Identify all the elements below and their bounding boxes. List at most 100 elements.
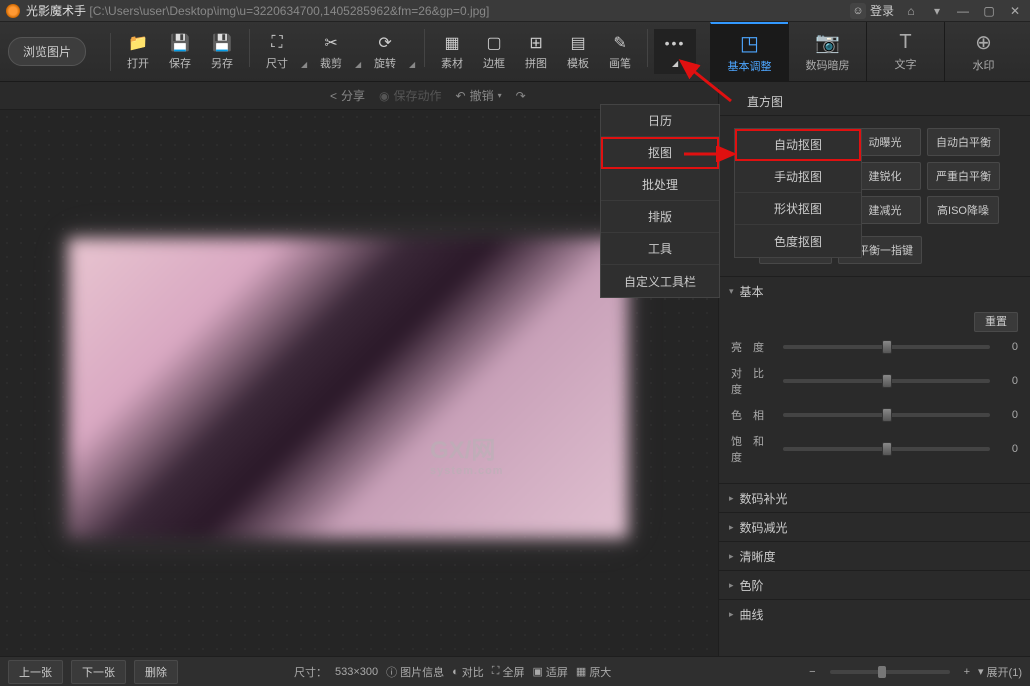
main-tab-数码暗房[interactable]: 📷数码暗房 (788, 22, 866, 82)
chevron-down-icon: ▾ (978, 665, 984, 678)
undo-button[interactable]: ↶撤销▾ (456, 87, 502, 104)
compare-button[interactable]: ◐对比 (452, 664, 484, 680)
section-数码补光[interactable]: ▸数码补光 (719, 484, 1030, 512)
home-icon[interactable]: ⌂ (902, 3, 920, 19)
tool-icon: 💾 (212, 33, 232, 53)
tool-icon: ⛶ (267, 33, 287, 53)
next-image-button[interactable]: 下一张 (71, 660, 126, 684)
tool-保存[interactable]: 💾保存 (159, 29, 201, 75)
info-icon: ⓘ (386, 664, 397, 680)
slider-track[interactable] (783, 345, 990, 349)
save-action-button[interactable]: ◉保存动作 (379, 87, 442, 104)
slider-label: 饱 和 度 (731, 433, 775, 465)
tab-histogram[interactable]: 直方图 (735, 88, 795, 115)
compare-icon: ◐ (452, 666, 459, 678)
main-tab-基本调整[interactable]: ◳基本调整 (710, 22, 788, 82)
tool-icon: ✂ (321, 33, 341, 53)
tool-icon: ▢ (484, 33, 504, 53)
browse-images-button[interactable]: 浏览图片 (8, 37, 86, 66)
slider-track[interactable] (783, 379, 990, 383)
zoom-thumb[interactable] (878, 666, 886, 678)
redo-button[interactable]: ↷ (516, 89, 526, 103)
image-canvas[interactable] (68, 238, 628, 538)
tool-另存[interactable]: 💾另存 (201, 29, 243, 75)
zoom-slider[interactable] (830, 670, 950, 674)
menu-item-自定义工具栏[interactable]: 自定义工具栏 (601, 265, 719, 297)
zoom-out-button[interactable]: − (809, 666, 815, 678)
main-tab-文字[interactable]: T文字 (866, 22, 944, 82)
tool-模板[interactable]: ▤模板 (557, 29, 599, 75)
tool-画笔[interactable]: ✎画笔 (599, 29, 641, 75)
login-button[interactable]: ☺ 登录 (850, 2, 894, 19)
fit-button[interactable]: ▣适屏 (533, 664, 568, 680)
original-size-button[interactable]: ▦原大 (576, 664, 611, 680)
delete-button[interactable]: 删除 (134, 660, 178, 684)
slider-thumb[interactable] (882, 340, 892, 354)
submenu-item-自动抠图[interactable]: 自动抠图 (735, 129, 861, 161)
record-icon: ◉ (379, 89, 389, 103)
submenu-item-手动抠图[interactable]: 手动抠图 (735, 161, 861, 193)
status-bar: 上一张 下一张 删除 尺寸： 533×300 ⓘ图片信息 ◐对比 ⛶全屏 ▣适屏… (0, 656, 1030, 686)
fullscreen-button[interactable]: ⛶全屏 (492, 664, 525, 680)
more-icon: ••• (665, 35, 686, 51)
menu-item-抠图[interactable]: 抠图 (601, 137, 719, 169)
chevron-right-icon: ▸ (729, 580, 734, 591)
image-info-button[interactable]: ⓘ图片信息 (386, 664, 444, 680)
quick-自动白平衡[interactable]: 自动白平衡 (927, 128, 1000, 156)
chevron-down-icon: ▾ (498, 91, 502, 100)
dropdown-arrow[interactable]: ◢ (406, 29, 418, 75)
expand-button[interactable]: ▾展开(1) (978, 664, 1022, 680)
tool-边框[interactable]: ▢边框 (473, 29, 515, 75)
slider-thumb[interactable] (882, 442, 892, 456)
menu-item-排版[interactable]: 排版 (601, 201, 719, 233)
quick-高ISO降噪[interactable]: 高ISO降噪 (927, 196, 999, 224)
more-tools-button[interactable]: ••• ◢ (654, 29, 696, 74)
section-basic-header[interactable]: ▾基本 (719, 277, 1030, 305)
main-tab-水印[interactable]: ⊕水印 (944, 22, 1022, 82)
settings-icon[interactable]: ▾ (928, 3, 946, 19)
chevron-right-icon: ▸ (729, 493, 734, 504)
watermark-overlay: GX/网 system.com (430, 430, 504, 477)
slider-track[interactable] (783, 413, 990, 417)
slider-thumb[interactable] (882, 408, 892, 422)
tool-icon: ▤ (568, 33, 588, 53)
quick-严重白平衡[interactable]: 严重白平衡 (927, 162, 1000, 190)
menu-item-日历[interactable]: 日历 (601, 105, 719, 137)
tool-icon: ▦ (442, 33, 462, 53)
tool-icon: ⊞ (526, 33, 546, 53)
section-数码减光[interactable]: ▸数码减光 (719, 513, 1030, 541)
slider-value: 0 (998, 375, 1018, 387)
slider-色相: 色 相0 (731, 407, 1018, 423)
tool-裁剪[interactable]: ✂裁剪 (310, 29, 352, 75)
dropdown-arrow[interactable]: ◢ (298, 29, 310, 75)
minimize-button[interactable]: — (954, 3, 972, 19)
original-icon: ▦ (576, 665, 586, 678)
dropdown-arrow[interactable]: ◢ (352, 29, 364, 75)
submenu-item-形状抠图[interactable]: 形状抠图 (735, 193, 861, 225)
section-清晰度[interactable]: ▸清晰度 (719, 542, 1030, 570)
slider-对比度: 对 比 度0 (731, 365, 1018, 397)
prev-image-button[interactable]: 上一张 (8, 660, 63, 684)
app-logo-icon (6, 4, 20, 18)
tool-尺寸[interactable]: ⛶尺寸 (256, 29, 298, 75)
tool-拼图[interactable]: ⊞拼图 (515, 29, 557, 75)
tool-素材[interactable]: ▦素材 (431, 29, 473, 75)
share-button[interactable]: <分享 (330, 87, 365, 104)
reset-button[interactable]: 重置 (974, 312, 1018, 332)
section-色阶[interactable]: ▸色阶 (719, 571, 1030, 599)
titlebar: 光影魔术手 [C:\Users\user\Desktop\img\u=32206… (0, 0, 1030, 22)
slider-track[interactable] (783, 447, 990, 451)
maximize-button[interactable]: ▢ (980, 3, 998, 19)
section-曲线[interactable]: ▸曲线 (719, 600, 1030, 628)
tab-icon: ◳ (740, 31, 759, 56)
tool-旋转[interactable]: ⟳旋转 (364, 29, 406, 75)
submenu-item-色度抠图[interactable]: 色度抠图 (735, 225, 861, 257)
menu-item-批处理[interactable]: 批处理 (601, 169, 719, 201)
zoom-in-button[interactable]: + (964, 666, 970, 678)
slider-thumb[interactable] (882, 374, 892, 388)
close-button[interactable]: ✕ (1006, 3, 1024, 19)
tool-打开[interactable]: 📁打开 (117, 29, 159, 75)
menu-item-工具[interactable]: 工具 (601, 233, 719, 265)
divider (647, 29, 648, 67)
chevron-down-icon: ◢ (355, 60, 361, 69)
